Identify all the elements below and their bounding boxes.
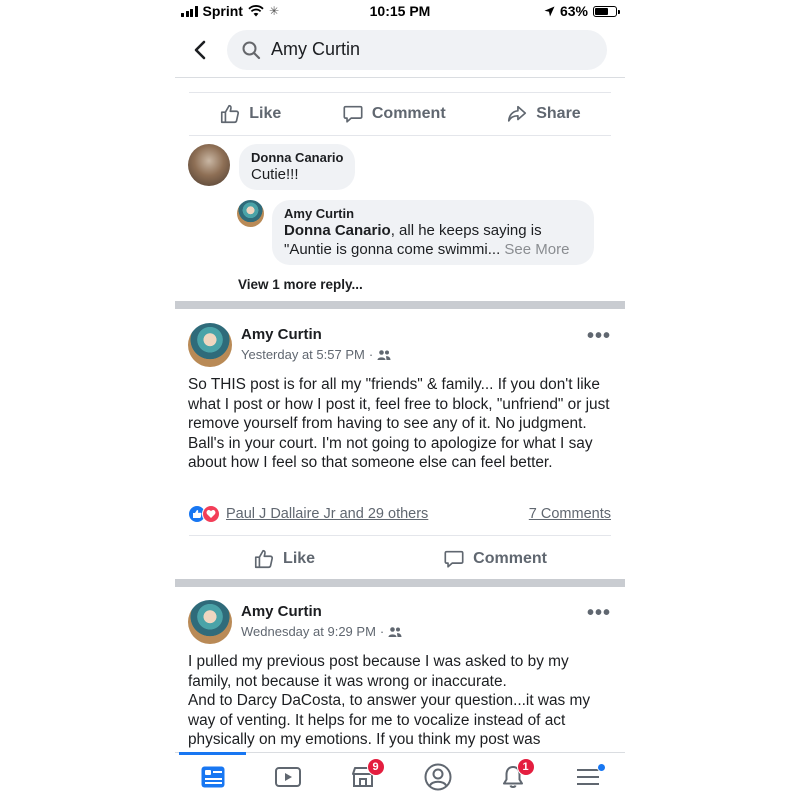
reactions-bar: Paul J Dallaire Jr and 29 others 7 Comme… xyxy=(188,503,611,525)
post-options-icon[interactable]: ••• xyxy=(587,325,611,348)
bottom-tab-bar: 9 1 xyxy=(175,752,625,800)
comment: Donna Canario Cutie!!! xyxy=(188,144,356,190)
search-header: Amy Curtin xyxy=(175,24,625,78)
comments-count-link[interactable]: 7 Comments xyxy=(529,506,611,522)
love-reaction-icon xyxy=(202,505,220,523)
post-text: So THIS post is for all my "friends" & f… xyxy=(188,376,610,472)
location-arrow-icon xyxy=(544,6,555,16)
battery-percent: 63% xyxy=(559,3,588,19)
avatar[interactable] xyxy=(188,600,232,644)
reply-author[interactable]: Amy Curtin xyxy=(284,206,582,221)
post-author[interactable]: Amy Curtin xyxy=(241,326,322,343)
tab-watch[interactable] xyxy=(250,753,325,800)
tab-notifications[interactable]: 1 xyxy=(475,753,550,800)
post-meta: Yesterday at 5:57 PM · xyxy=(241,347,391,362)
comment-button[interactable]: Comment xyxy=(342,103,446,125)
search-query: Amy Curtin xyxy=(271,39,361,59)
reply-bubble: Amy Curtin Donna Canario, all he keeps s… xyxy=(272,200,594,265)
tab-profile[interactable] xyxy=(400,753,475,800)
reaction-icons[interactable] xyxy=(188,505,220,523)
battery-icon xyxy=(593,5,620,17)
view-more-replies-link[interactable]: View 1 more reply... xyxy=(238,277,363,292)
search-icon xyxy=(242,41,261,60)
like-label: Like xyxy=(249,105,282,122)
search-input[interactable]: Amy Curtin xyxy=(227,30,607,70)
post-meta: Wednesday at 9:29 PM · xyxy=(241,624,402,639)
share-label: Share xyxy=(536,105,581,122)
reply-mention[interactable]: Donna Canario xyxy=(284,222,391,239)
post-actions: Like Comment xyxy=(189,535,611,581)
friends-icon xyxy=(388,626,402,637)
top-post-actions: Like Comment Share xyxy=(189,92,611,136)
comment-text: Cutie!!! xyxy=(251,166,299,183)
reactions-summary-link[interactable]: Paul J Dallaire Jr and 29 others xyxy=(226,506,428,522)
battery-fill xyxy=(595,7,608,15)
comment-author[interactable]: Donna Canario xyxy=(251,150,343,165)
like-button[interactable]: Like xyxy=(219,103,281,125)
tab-marketplace[interactable]: 9 xyxy=(325,753,400,800)
thumbs-up-icon xyxy=(221,104,240,124)
comment-bubble-icon xyxy=(343,105,363,123)
phone-screen: Sprint ✳ 10:15 PM 63% Amy Curtin Like Co… xyxy=(175,0,625,800)
friends-icon xyxy=(377,349,391,360)
marketplace-badge: 9 xyxy=(366,758,385,776)
post-timestamp[interactable]: Yesterday at 5:57 PM xyxy=(241,347,365,362)
reply-text-line2: "Auntie is gonna come swimmi... xyxy=(284,241,501,258)
comment-reply: Amy Curtin Donna Canario, all he keeps s… xyxy=(237,200,594,265)
comment-bubble: Donna Canario Cutie!!! xyxy=(239,144,356,190)
like-label: Like xyxy=(283,549,316,567)
reply-text-line1: , all he keeps saying is xyxy=(390,222,542,239)
share-button[interactable]: Share xyxy=(506,103,581,125)
tab-menu[interactable] xyxy=(550,753,625,800)
back-arrow-icon[interactable] xyxy=(189,38,213,62)
share-arrow-icon xyxy=(508,105,527,122)
see-more-link[interactable]: See More xyxy=(504,241,569,258)
profile-icon xyxy=(424,763,451,790)
video-play-icon xyxy=(274,766,301,787)
status-bar: Sprint ✳ 10:15 PM 63% xyxy=(175,0,625,24)
post-timestamp[interactable]: Wednesday at 9:29 PM xyxy=(241,624,376,639)
post-divider xyxy=(175,301,625,309)
comment-bubble-icon xyxy=(444,550,464,568)
thumbs-up-icon xyxy=(254,549,274,568)
tab-news-feed[interactable] xyxy=(175,752,250,800)
like-button[interactable]: Like xyxy=(253,548,315,570)
menu-notification-dot xyxy=(596,763,606,772)
comment-label: Comment xyxy=(473,549,547,567)
comment-button[interactable]: Comment xyxy=(443,548,547,570)
news-feed-icon xyxy=(201,766,224,787)
comment-label: Comment xyxy=(371,105,446,122)
notifications-badge: 1 xyxy=(516,758,535,776)
avatar[interactable] xyxy=(188,323,232,367)
post-options-icon[interactable]: ••• xyxy=(587,602,611,625)
post-divider xyxy=(175,579,625,587)
post-text: I pulled my previous post because I was … xyxy=(188,653,591,749)
avatar[interactable] xyxy=(188,144,230,186)
avatar[interactable] xyxy=(237,200,264,227)
post-author[interactable]: Amy Curtin xyxy=(241,603,322,620)
